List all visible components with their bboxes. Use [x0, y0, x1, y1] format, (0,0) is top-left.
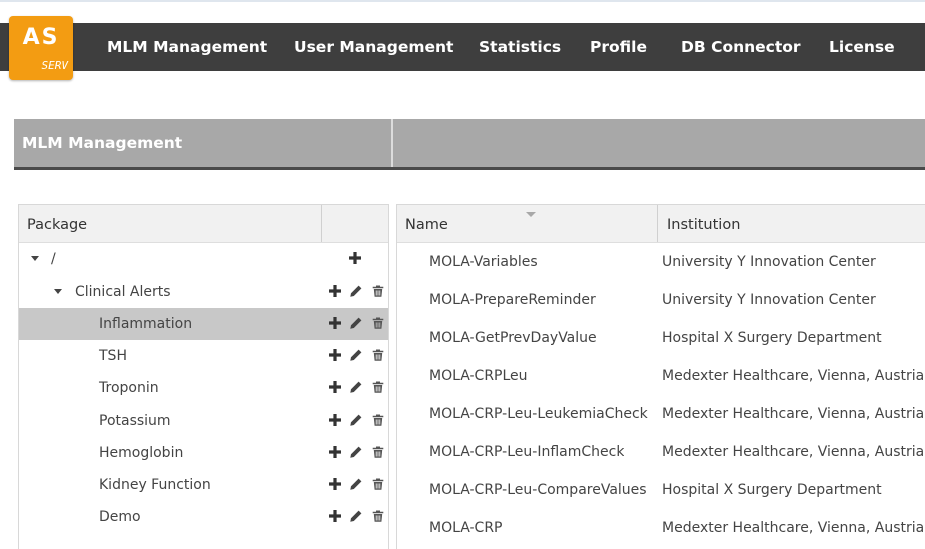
- nav-db-connector[interactable]: DB Connector: [681, 23, 801, 71]
- tree-node-clinical-alerts[interactable]: Clinical Alerts: [19, 276, 388, 308]
- pencil-icon[interactable]: [349, 348, 363, 362]
- package-column-header: Package: [19, 205, 388, 243]
- cell-institution: Medexter Healthcare, Vienna, Austria: [662, 520, 925, 536]
- plus-icon[interactable]: [348, 251, 362, 265]
- mlm-table-panel: Name Institution MOLA-Variables Universi…: [396, 204, 925, 549]
- package-tree-panel: Package / Clinical Alerts Inflammation T…: [18, 204, 389, 549]
- table-row[interactable]: MOLA-CRP-Leu-InflamCheck Medexter Health…: [397, 433, 925, 471]
- section-header-divider: [391, 119, 393, 167]
- trash-icon[interactable]: [371, 380, 385, 394]
- nav-user-management[interactable]: User Management: [294, 23, 453, 71]
- tree-node-root[interactable]: /: [19, 243, 388, 275]
- page-title: MLM Management: [22, 134, 183, 152]
- trash-icon[interactable]: [371, 445, 385, 459]
- cell-mlm-name: MOLA-CRPLeu: [429, 368, 528, 384]
- tree-node-label: TSH: [99, 348, 127, 364]
- nav-profile[interactable]: Profile: [590, 23, 647, 71]
- tree-node-tsh[interactable]: TSH: [19, 340, 388, 372]
- column-header-institution[interactable]: Institution: [667, 205, 740, 245]
- table-row[interactable]: MOLA-Variables University Y Innovation C…: [397, 243, 925, 281]
- tree-node-hemoglobin[interactable]: Hemoglobin: [19, 437, 388, 469]
- cell-mlm-name: MOLA-CRP-Leu-CompareValues: [429, 482, 647, 498]
- expand-caret-icon[interactable]: [31, 256, 39, 261]
- trash-icon[interactable]: [371, 413, 385, 427]
- cell-institution: Medexter Healthcare, Vienna, Austria: [662, 406, 925, 422]
- cell-mlm-name: MOLA-CRP: [429, 520, 503, 536]
- tree-node-label: Demo: [99, 509, 141, 525]
- cell-institution: University Y Innovation Center: [662, 292, 876, 308]
- nav-mlm-management[interactable]: MLM Management: [107, 23, 267, 71]
- logo-text-as: AS: [22, 25, 60, 50]
- tree-node-label: Hemoglobin: [99, 445, 184, 461]
- plus-icon[interactable]: [328, 445, 342, 459]
- expand-caret-icon[interactable]: [54, 289, 62, 294]
- nav-license[interactable]: License: [829, 23, 895, 71]
- mlm-table-header: Name Institution: [397, 205, 925, 243]
- cell-institution: Medexter Healthcare, Vienna, Austria: [662, 444, 925, 460]
- table-row[interactable]: MOLA-CRP Medexter Healthcare, Vienna, Au…: [397, 509, 925, 547]
- nav-statistics[interactable]: Statistics: [479, 23, 561, 71]
- plus-icon[interactable]: [328, 348, 342, 362]
- table-row[interactable]: MOLA-GetPrevDayValue Hospital X Surgery …: [397, 319, 925, 357]
- plus-icon[interactable]: [328, 380, 342, 394]
- cell-institution: Medexter Healthcare, Vienna, Austria: [662, 368, 925, 384]
- plus-icon[interactable]: [328, 477, 342, 491]
- pencil-icon[interactable]: [349, 413, 363, 427]
- trash-icon[interactable]: [371, 348, 385, 362]
- table-row[interactable]: MOLA-CRPLeu Medexter Healthcare, Vienna,…: [397, 357, 925, 395]
- window-top-border: [0, 0, 925, 2]
- column-header-name[interactable]: Name: [405, 205, 448, 245]
- plus-icon[interactable]: [328, 413, 342, 427]
- pencil-icon[interactable]: [349, 509, 363, 523]
- cell-mlm-name: MOLA-PrepareReminder: [429, 292, 596, 308]
- tree-node-demo[interactable]: Demo: [19, 501, 388, 533]
- as-serv-logo[interactable]: AS SERV: [9, 16, 73, 80]
- cell-institution: University Y Innovation Center: [662, 254, 876, 270]
- logo-text-serv: SERV: [41, 59, 69, 72]
- cell-mlm-name: MOLA-Variables: [429, 254, 538, 270]
- tree-node-label: /: [51, 251, 56, 267]
- tree-node-kidney-function[interactable]: Kidney Function: [19, 469, 388, 501]
- tree-node-label: Clinical Alerts: [75, 284, 171, 300]
- plus-icon[interactable]: [328, 284, 342, 298]
- cell-mlm-name: MOLA-CRP-Leu-LeukemiaCheck: [429, 406, 648, 422]
- trash-icon[interactable]: [371, 284, 385, 298]
- cell-mlm-name: MOLA-CRP-Leu-InflamCheck: [429, 444, 625, 460]
- pencil-icon[interactable]: [349, 316, 363, 330]
- plus-icon[interactable]: [328, 509, 342, 523]
- tree-node-label: Kidney Function: [99, 477, 211, 493]
- cell-institution: Hospital X Surgery Department: [662, 482, 882, 498]
- tree-node-potassium[interactable]: Potassium: [19, 405, 388, 437]
- trash-icon[interactable]: [371, 316, 385, 330]
- tree-node-troponin[interactable]: Troponin: [19, 372, 388, 404]
- top-navbar: MLM Management User Management Statistic…: [0, 23, 925, 71]
- table-row[interactable]: MOLA-CRP-Leu-LeukemiaCheck Medexter Heal…: [397, 395, 925, 433]
- pencil-icon[interactable]: [349, 380, 363, 394]
- table-row[interactable]: MOLA-CRP-Leu-CompareValues Hospital X Su…: [397, 471, 925, 509]
- package-header-label: Package: [27, 217, 88, 233]
- cell-mlm-name: MOLA-GetPrevDayValue: [429, 330, 597, 346]
- tree-node-inflammation[interactable]: Inflammation: [19, 308, 388, 340]
- tree-node-label: Troponin: [99, 380, 159, 396]
- pencil-icon[interactable]: [349, 445, 363, 459]
- package-header-separator: [321, 205, 322, 242]
- trash-icon[interactable]: [371, 509, 385, 523]
- trash-icon[interactable]: [371, 477, 385, 491]
- tree-node-label: Potassium: [99, 413, 171, 429]
- tree-node-label: Inflammation: [99, 316, 193, 332]
- column-separator[interactable]: [657, 205, 658, 242]
- section-header: MLM Management: [14, 119, 925, 170]
- plus-icon[interactable]: [328, 316, 342, 330]
- pencil-icon[interactable]: [349, 477, 363, 491]
- cell-institution: Hospital X Surgery Department: [662, 330, 882, 346]
- pencil-icon[interactable]: [349, 284, 363, 298]
- table-row[interactable]: MOLA-PrepareReminder University Y Innova…: [397, 281, 925, 319]
- descending-arrow-icon[interactable]: [526, 212, 536, 217]
